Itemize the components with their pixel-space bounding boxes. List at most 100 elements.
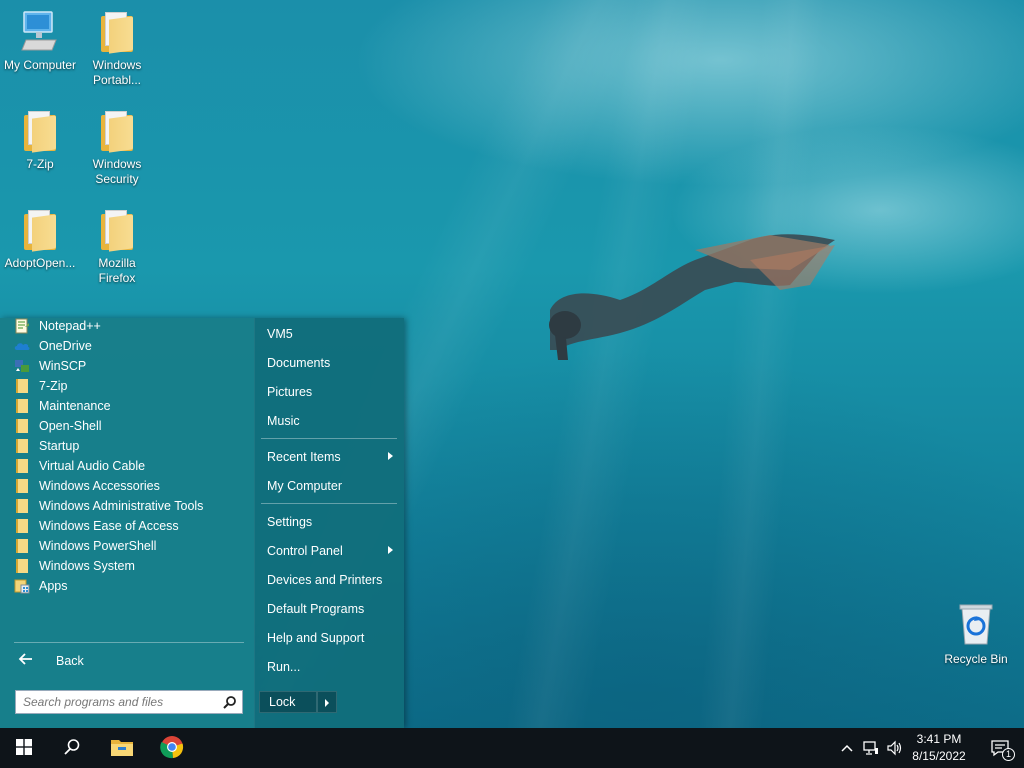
search-box[interactable]	[15, 690, 243, 714]
menu-item-user-folder[interactable]: VM5	[267, 322, 397, 346]
program-item-windows-administrative-tools[interactable]: Windows Administrative Tools	[14, 496, 250, 516]
menu-item-label: Settings	[267, 515, 313, 529]
folder-icon	[97, 208, 137, 252]
folder-icon	[14, 418, 30, 434]
program-item-label: Apps	[39, 579, 68, 593]
program-item-apps[interactable]: Apps	[14, 576, 250, 596]
desktop-icon-7zip[interactable]: 7-Zip	[0, 109, 80, 172]
taskbar-search-button[interactable]	[48, 728, 96, 768]
start-menu-divider	[14, 642, 244, 643]
program-item-label: Virtual Audio Cable	[39, 459, 146, 473]
desktop-icon-windows-security[interactable]: Windows Security	[77, 109, 157, 187]
folder-icon	[14, 478, 30, 494]
start-menu-programs-panel: Notepad++ OneDrive WinSCP 7-Zip Maintena…	[0, 318, 254, 728]
folder-icon	[14, 378, 30, 394]
start-menu-divider	[261, 438, 397, 439]
taskbar-clock[interactable]: 3:41 PM 8/15/2022	[904, 731, 974, 765]
search-input[interactable]	[23, 695, 213, 709]
chrome-icon	[160, 735, 184, 762]
folder-icon	[97, 10, 137, 54]
search-icon[interactable]	[223, 695, 237, 709]
winscp-icon	[14, 358, 30, 374]
action-center-button[interactable]: 1	[976, 728, 1024, 768]
taskbar-chrome-button[interactable]	[148, 728, 196, 768]
menu-item-label: Music	[267, 414, 300, 428]
notepad-plus-plus-icon	[14, 318, 30, 334]
program-item-label: OneDrive	[39, 339, 92, 353]
desktop-icon-label: 7-Zip	[26, 157, 54, 171]
back-arrow-icon	[18, 651, 34, 671]
menu-item-label: Documents	[267, 356, 331, 370]
shutdown-options-arrow-button[interactable]	[317, 691, 337, 713]
folder-icon	[14, 498, 30, 514]
folder-icon	[14, 538, 30, 554]
program-item-winscp[interactable]: WinSCP	[14, 356, 250, 376]
program-item-notepad-plus-plus[interactable]: Notepad++	[14, 316, 250, 336]
network-icon[interactable]	[863, 740, 879, 756]
menu-item-recent-items[interactable]: Recent Items	[267, 445, 397, 469]
back-button[interactable]: Back	[14, 650, 250, 672]
menu-item-documents[interactable]: Documents	[267, 351, 397, 375]
program-item-windows-powershell[interactable]: Windows PowerShell	[14, 536, 250, 556]
menu-item-label: Recent Items	[267, 450, 341, 464]
menu-item-settings[interactable]: Settings	[267, 510, 397, 534]
notification-count-badge: 1	[1002, 748, 1015, 761]
show-hidden-icons-chevron-icon[interactable]	[839, 740, 855, 756]
program-item-windows-system[interactable]: Windows System	[14, 556, 250, 576]
menu-item-music[interactable]: Music	[267, 409, 397, 433]
menu-item-help-and-support[interactable]: Help and Support	[267, 626, 397, 650]
menu-item-devices-and-printers[interactable]: Devices and Printers	[267, 568, 397, 592]
program-item-windows-accessories[interactable]: Windows Accessories	[14, 476, 250, 496]
program-item-label: Windows Administrative Tools	[39, 499, 204, 513]
program-item-label: Open-Shell	[39, 419, 102, 433]
program-item-label: Notepad++	[39, 319, 101, 333]
program-item-label: Windows Accessories	[39, 479, 160, 493]
desktop-icon-label: Windows Security	[92, 157, 142, 186]
program-item-label: Maintenance	[39, 399, 111, 413]
folder-icon	[14, 458, 30, 474]
taskbar: 3:41 PM 8/15/2022 1	[0, 728, 1024, 768]
lock-button[interactable]: Lock	[259, 691, 317, 713]
recycle-bin-icon	[954, 600, 998, 648]
windows-logo-icon	[16, 738, 32, 758]
menu-item-label: Control Panel	[267, 544, 343, 558]
program-item-7zip[interactable]: 7-Zip	[14, 376, 250, 396]
desktop-icon-my-computer[interactable]: My Computer	[0, 10, 80, 73]
menu-item-run[interactable]: Run...	[267, 655, 397, 679]
program-item-virtual-audio-cable[interactable]: Virtual Audio Cable	[14, 456, 250, 476]
menu-item-label: Run...	[267, 660, 301, 674]
program-item-label: WinSCP	[39, 359, 87, 373]
taskbar-file-explorer-button[interactable]	[98, 728, 146, 768]
desktop-icon-label: AdoptOpen...	[4, 256, 76, 270]
computer-icon	[20, 10, 60, 54]
folder-icon	[14, 398, 30, 414]
program-item-onedrive[interactable]: OneDrive	[14, 336, 250, 356]
desktop-icon-windows-portable[interactable]: Windows Portabl...	[77, 10, 157, 88]
menu-item-my-computer[interactable]: My Computer	[267, 474, 397, 498]
start-menu-places-panel: VM5 Documents Pictures Music Recent Item…	[254, 318, 404, 728]
program-item-label: Windows System	[39, 559, 135, 573]
back-button-label: Back	[56, 654, 84, 668]
notification-icon: 1	[990, 738, 1015, 761]
desktop-icon-recycle-bin[interactable]: Recycle Bin	[940, 600, 1012, 666]
program-item-open-shell[interactable]: Open-Shell	[14, 416, 250, 436]
desktop-icon-adoptopen[interactable]: AdoptOpen...	[0, 208, 80, 271]
volume-icon[interactable]	[886, 740, 902, 756]
menu-item-control-panel[interactable]: Control Panel	[267, 539, 397, 563]
program-item-windows-ease-of-access[interactable]: Windows Ease of Access	[14, 516, 250, 536]
desktop-icon-mozilla-firefox[interactable]: Mozilla Firefox	[77, 208, 157, 286]
menu-item-label: Help and Support	[267, 631, 365, 645]
program-item-startup[interactable]: Startup	[14, 436, 250, 456]
apps-icon	[14, 578, 30, 594]
folder-icon	[14, 518, 30, 534]
menu-item-label: Devices and Printers	[267, 573, 383, 587]
start-button[interactable]	[0, 728, 48, 768]
program-item-label: Windows Ease of Access	[39, 519, 179, 533]
program-item-maintenance[interactable]: Maintenance	[14, 396, 250, 416]
menu-item-default-programs[interactable]: Default Programs	[267, 597, 397, 621]
menu-item-label: VM5	[267, 327, 293, 341]
chevron-right-icon	[388, 546, 393, 554]
menu-item-pictures[interactable]: Pictures	[267, 380, 397, 404]
desktop-icon-label: Recycle Bin	[944, 652, 1008, 666]
wallpaper-diver	[549, 234, 835, 360]
